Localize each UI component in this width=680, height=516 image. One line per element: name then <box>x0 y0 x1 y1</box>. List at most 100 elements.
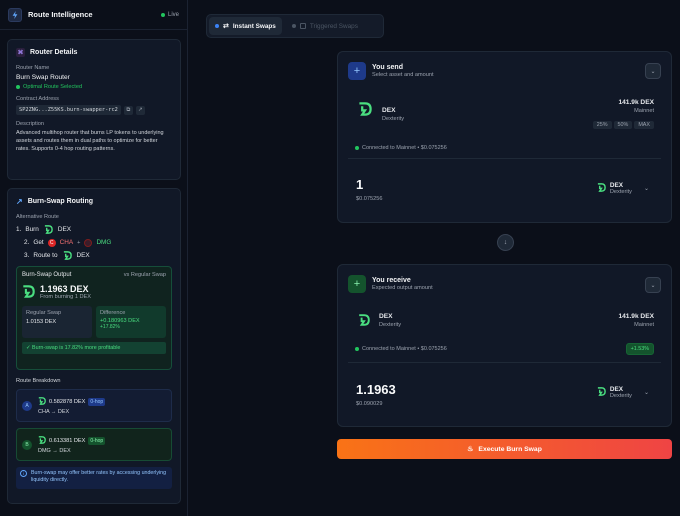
tab-triggered-label: Triggered Swaps <box>309 22 358 30</box>
receive-header: + You receive Expected output amount <box>348 275 433 293</box>
send-amount-input[interactable]: 1 <box>356 177 382 192</box>
router-name-value: Burn Swap Router <box>16 74 70 81</box>
receive-panel: + You receive Expected output amount ⌄ D… <box>337 264 672 427</box>
contract-row: SP2ZNG...Z55KS.burn-swapper-rc2 ⧉ ↗ <box>16 105 172 115</box>
arrow-down-icon[interactable]: ↓ <box>497 234 514 251</box>
trend-icon: ↗ <box>16 197 23 206</box>
external-link-icon[interactable]: ↗ <box>135 105 145 115</box>
route-b-path: DMG → DEX <box>38 447 71 454</box>
route-a-details: 0.582878 DEX 0-hop CHA → DEX <box>38 396 106 415</box>
bolt-icon <box>8 7 22 22</box>
step-text: Burn <box>25 226 39 233</box>
receive-title: You receive <box>372 277 411 284</box>
alt-route-label: Alternative Route <box>16 214 59 220</box>
sidebar-title: Route Intelligence <box>28 10 93 19</box>
inactive-dot-icon <box>291 24 296 28</box>
send-heading-group: You send Select asset and amount <box>372 64 434 78</box>
difference-pct: +17.82% <box>100 324 120 330</box>
dmg-logo-icon <box>84 238 93 247</box>
pct-25-button[interactable]: 25% <box>592 121 612 129</box>
send-balance: 141.9k DEX <box>618 99 654 106</box>
send-title: You send <box>372 64 403 71</box>
routing-card: ↗ Burn-Swap Routing Alternative Route 1.… <box>7 188 181 504</box>
route-b-hop-badge: 0-hop <box>88 436 106 445</box>
router-details-heading: ⌘ Router Details <box>16 48 172 57</box>
tab-instant-swaps[interactable]: ⇄ Instant Swaps <box>209 17 282 35</box>
send-connection-status: Connected to Mainnet • $0.075256 <box>355 145 447 151</box>
receive-token-row: DEX Dexterity 141.9k DEX Mainnet <box>338 309 671 339</box>
step-token: DEX <box>57 226 71 233</box>
info-note-text: Burn-swap may offer better rates by acce… <box>31 470 167 483</box>
regular-swap-box: Regular Swap 1.0153 DEX <box>22 306 92 338</box>
profit-note: ✓ Burn-swap is 17.82% more profitable <box>22 342 166 354</box>
route-a-row: A 0.582878 DEX 0-hop CHA → DEX <box>16 389 172 422</box>
output-header: Burn-Swap Output vs Regular Swap <box>22 272 166 278</box>
step-token-dmg: DMG <box>96 239 112 246</box>
step-token-cha: CHA <box>59 239 74 246</box>
send-selector-name: Dexterity <box>609 189 632 195</box>
step-text: Route to <box>33 252 58 259</box>
regular-swap-label: Regular Swap <box>26 310 62 316</box>
description-text: Advanced multihop router that burns LP t… <box>16 130 164 152</box>
send-header: + You send Select asset and amount <box>348 62 434 80</box>
route-b-row: B 0.613381 DEX 0-hop DMG → DEX <box>16 428 172 461</box>
comparison-row: Regular Swap 1.0153 DEX Difference +0.18… <box>22 306 166 338</box>
dex-logo-icon <box>22 284 35 300</box>
tab-instant-label: Instant Swaps <box>232 22 276 30</box>
router-icon: ⌘ <box>16 48 25 57</box>
dex-logo-icon <box>358 314 370 328</box>
regular-swap-value: 1.0153 DEX <box>26 319 57 325</box>
route-a-path: CHA → DEX <box>38 408 70 415</box>
output-amount: 1.1963 DEX <box>40 284 89 294</box>
route-step-2: 2. Get C CHA + DMG <box>16 236 172 249</box>
receive-selector-name: Dexterity <box>609 393 632 399</box>
info-icon: i <box>20 470 27 477</box>
status-dot-icon <box>16 85 20 89</box>
pct-max-button[interactable]: MAX <box>634 121 654 129</box>
sidebar-header: Route Intelligence Live <box>0 0 187 30</box>
pct-50-button[interactable]: 50% <box>613 121 633 129</box>
output-vs-label: vs Regular Swap <box>123 272 166 278</box>
divider <box>348 362 661 363</box>
optimal-route-label: Optimal Route Selected <box>23 84 83 90</box>
difference-box: Difference +0.180963 DEX +17.82% <box>96 306 166 338</box>
dex-logo-icon <box>38 396 46 407</box>
rate-badge: +1.53% <box>625 343 654 355</box>
receive-token-name: Dexterity <box>379 322 402 328</box>
route-a-amount: 0.582878 DEX <box>49 398 86 405</box>
step-number: 1. <box>16 226 22 233</box>
receive-token-selector[interactable]: DEX Dexterity ⌄ <box>597 386 649 399</box>
send-collapse-chevron-icon[interactable]: ⌄ <box>645 63 661 79</box>
receive-token-symbol: DEX <box>379 313 393 320</box>
route-badge-a: A <box>22 400 32 411</box>
execute-label: Execute Burn Swap <box>478 445 542 453</box>
plus-sign: + <box>77 239 81 246</box>
send-selector-text: DEX Dexterity <box>610 182 632 195</box>
route-a-top: 0.582878 DEX 0-hop <box>38 396 106 407</box>
live-indicator: Live <box>160 11 179 18</box>
burn-swap-output-box: Burn-Swap Output vs Regular Swap 1.1963 … <box>16 266 172 370</box>
swap-mode-tabs: ⇄ Instant Swaps Triggered Swaps <box>206 14 384 38</box>
receive-connection-status: Connected to Mainnet • $0.075256 <box>355 346 447 352</box>
copy-icon[interactable]: ⧉ <box>123 105 133 115</box>
dex-logo-icon <box>597 387 606 398</box>
dex-logo-icon <box>62 250 73 261</box>
route-breakdown-label: Route Breakdown <box>16 378 61 384</box>
route-step-3: 3. Route to DEX <box>16 249 172 262</box>
dex-logo-icon <box>597 183 606 194</box>
plus-icon: + <box>348 62 366 80</box>
tab-triggered-swaps[interactable]: Triggered Swaps <box>286 17 364 35</box>
receive-collapse-chevron-icon[interactable]: ⌄ <box>645 277 661 293</box>
live-label: Live <box>167 11 179 18</box>
percent-buttons: 25% 50% MAX <box>591 121 654 129</box>
step-token: DEX <box>76 252 90 259</box>
send-token-selector[interactable]: DEX Dexterity ⌄ <box>597 182 649 195</box>
execute-burn-swap-button[interactable]: ♨ Execute Burn Swap <box>337 439 672 459</box>
contract-label: Contract Address <box>16 96 59 102</box>
dex-logo-icon <box>38 435 46 446</box>
output-amount-group: 1.1963 DEX From burning 1 DEX <box>40 284 91 300</box>
dex-logo-icon <box>358 102 372 118</box>
receive-balance: 141.9k DEX <box>618 313 654 320</box>
contract-address[interactable]: SP2ZNG...Z55KS.burn-swapper-rc2 <box>16 105 121 115</box>
active-dot-icon <box>215 24 219 28</box>
